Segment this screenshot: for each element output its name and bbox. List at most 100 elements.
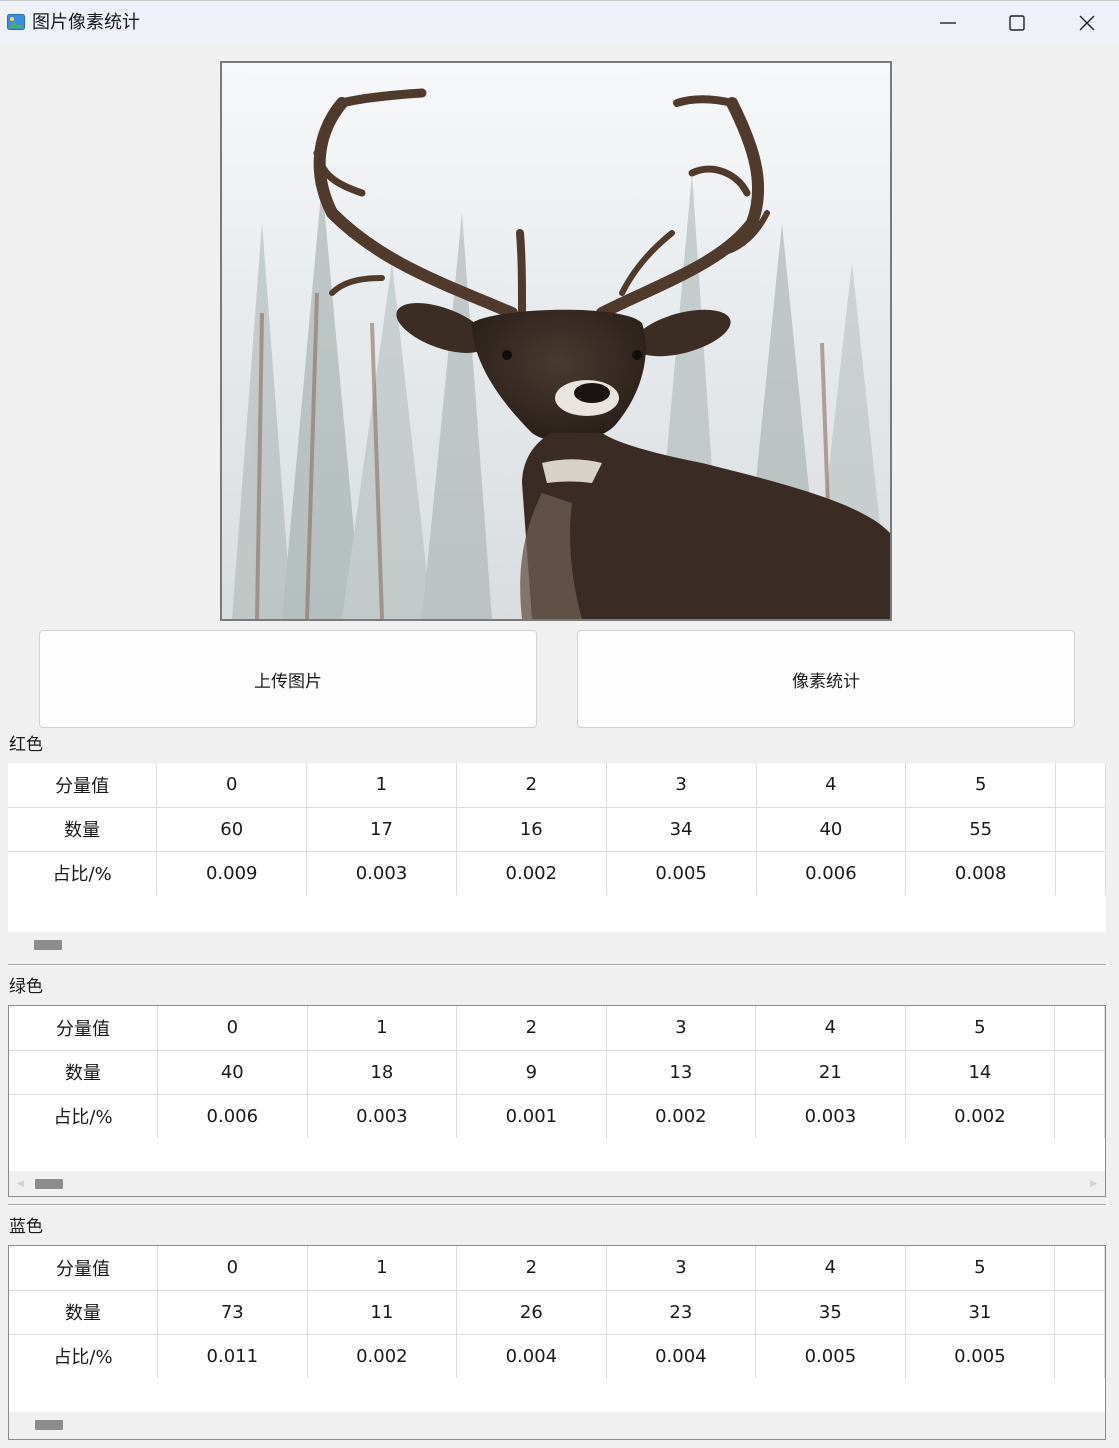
- table-cell: [1054, 1006, 1105, 1051]
- table-cell: [1055, 807, 1106, 852]
- table-cell: 0.002: [456, 851, 607, 896]
- table-cell: 4: [755, 1246, 906, 1291]
- table-cell: [1054, 1334, 1105, 1379]
- green-table: 分量值 0 1 2 3 4 5 数量 40 18 9 13 21 14 占比/%…: [9, 1006, 1105, 1139]
- pixel-stats-label: 像素统计: [792, 671, 860, 692]
- maximize-button[interactable]: [982, 1, 1052, 45]
- blue-horizontal-scrollbar[interactable]: [9, 1412, 1105, 1438]
- table-row: 占比/% 0.011 0.002 0.004 0.004 0.005 0.005: [9, 1334, 1105, 1379]
- table-cell: 占比/%: [9, 1094, 159, 1139]
- table-row: 分量值 0 1 2 3 4 5: [9, 1006, 1105, 1051]
- table-cell: 9: [456, 1050, 607, 1095]
- close-button[interactable]: [1052, 1, 1119, 45]
- title-bar[interactable]: 图片像素统计: [0, 0, 1119, 44]
- deer-photo: [222, 63, 890, 619]
- table-cell: 5: [905, 763, 1057, 808]
- table-cell: 3: [606, 763, 757, 808]
- pixel-stats-button[interactable]: 像素统计: [577, 630, 1075, 728]
- table-cell: 2: [456, 1246, 607, 1291]
- table-cell: 1: [307, 1006, 458, 1051]
- table-cell: 1: [307, 1246, 458, 1291]
- table-cell: 3: [606, 1006, 757, 1051]
- green-table-panel[interactable]: 分量值 0 1 2 3 4 5 数量 40 18 9 13 21 14 占比/%…: [8, 1005, 1106, 1197]
- table-cell: 4: [755, 1006, 906, 1051]
- table-cell: 分量值: [9, 1246, 159, 1291]
- table-cell: 2: [456, 763, 607, 808]
- blue-section-label: 蓝色: [9, 1217, 43, 1237]
- table-cell: [1054, 1290, 1105, 1335]
- scrollbar-thumb[interactable]: [35, 1420, 63, 1430]
- section-divider: [8, 964, 1106, 966]
- table-empty-area: [9, 1138, 1105, 1171]
- scrollbar-thumb[interactable]: [35, 1179, 63, 1189]
- table-cell: 0.009: [156, 851, 308, 896]
- table-cell: 0.011: [157, 1334, 308, 1379]
- maximize-icon: [1009, 15, 1025, 31]
- table-cell: 0.003: [306, 851, 457, 896]
- table-row: 数量 60 17 16 34 40 55: [8, 807, 1106, 852]
- table-cell: 21: [755, 1050, 906, 1095]
- scrollbar-thumb[interactable]: [34, 940, 62, 950]
- table-cell: 14: [905, 1050, 1056, 1095]
- minimize-icon: [940, 22, 956, 24]
- table-cell: 0.002: [905, 1094, 1056, 1139]
- table-cell: 占比/%: [9, 1334, 159, 1379]
- table-cell: 40: [157, 1050, 308, 1095]
- table-row: 数量 40 18 9 13 21 14: [9, 1050, 1105, 1095]
- close-icon: [1079, 15, 1095, 31]
- table-cell: 0.003: [307, 1094, 458, 1139]
- scroll-left-icon[interactable]: ◀: [17, 1179, 24, 1189]
- table-cell: 0: [157, 1006, 308, 1051]
- upload-image-button[interactable]: 上传图片: [39, 630, 537, 728]
- table-cell: 23: [606, 1290, 757, 1335]
- table-cell: 5: [905, 1006, 1056, 1051]
- table-cell: 5: [905, 1246, 1056, 1291]
- table-cell: 60: [156, 807, 308, 852]
- blue-table-panel[interactable]: 分量值 0 1 2 3 4 5 数量 73 11 26 23 35 31 占比/…: [8, 1245, 1106, 1440]
- table-empty-area: [9, 1378, 1105, 1412]
- red-section-label: 红色: [9, 735, 43, 755]
- table-row: 占比/% 0.006 0.003 0.001 0.002 0.003 0.002: [9, 1094, 1105, 1139]
- table-cell: 4: [756, 763, 907, 808]
- table-cell: [1055, 763, 1106, 808]
- table-row: 分量值 0 1 2 3 4 5: [8, 763, 1106, 808]
- table-cell: 0.001: [456, 1094, 607, 1139]
- table-cell: 0: [156, 763, 308, 808]
- table-cell: 分量值: [9, 1006, 159, 1051]
- table-cell: 11: [307, 1290, 458, 1335]
- table-cell: 26: [456, 1290, 607, 1335]
- table-cell: 数量: [9, 1050, 159, 1095]
- window-title: 图片像素统计: [32, 12, 140, 33]
- table-cell: 0.008: [905, 851, 1057, 896]
- table-cell: 18: [307, 1050, 458, 1095]
- table-row: 数量 73 11 26 23 35 31: [9, 1290, 1105, 1335]
- table-cell: 0.004: [606, 1334, 757, 1379]
- table-cell: 31: [905, 1290, 1056, 1335]
- table-cell: 0: [157, 1246, 308, 1291]
- table-cell: 0.002: [606, 1094, 757, 1139]
- table-empty-area: [8, 895, 1106, 932]
- green-section-label: 绿色: [9, 977, 43, 997]
- green-horizontal-scrollbar[interactable]: ◀ ▶: [9, 1171, 1105, 1196]
- table-cell: 34: [606, 807, 757, 852]
- image-app-icon: [7, 14, 25, 30]
- table-cell: 1: [306, 763, 457, 808]
- table-cell: 0.004: [456, 1334, 607, 1379]
- table-row: 分量值 0 1 2 3 4 5: [9, 1246, 1105, 1291]
- red-horizontal-scrollbar[interactable]: [8, 932, 1106, 956]
- upload-image-label: 上传图片: [254, 671, 322, 692]
- section-divider: [8, 1204, 1106, 1206]
- image-preview: [220, 61, 892, 621]
- scroll-right-icon[interactable]: ▶: [1090, 1179, 1097, 1189]
- table-cell: 0.002: [307, 1334, 458, 1379]
- table-cell: 0.003: [755, 1094, 906, 1139]
- table-cell: [1054, 1094, 1105, 1139]
- red-table-panel[interactable]: 分量值 0 1 2 3 4 5 数量 60 17 16 34 40 55 占比/…: [8, 763, 1106, 956]
- table-cell: 3: [606, 1246, 757, 1291]
- table-cell: 0.006: [756, 851, 907, 896]
- table-cell: 40: [756, 807, 907, 852]
- table-cell: 55: [905, 807, 1057, 852]
- table-cell: 2: [456, 1006, 607, 1051]
- table-cell: 占比/%: [8, 851, 158, 896]
- minimize-button[interactable]: [913, 1, 983, 45]
